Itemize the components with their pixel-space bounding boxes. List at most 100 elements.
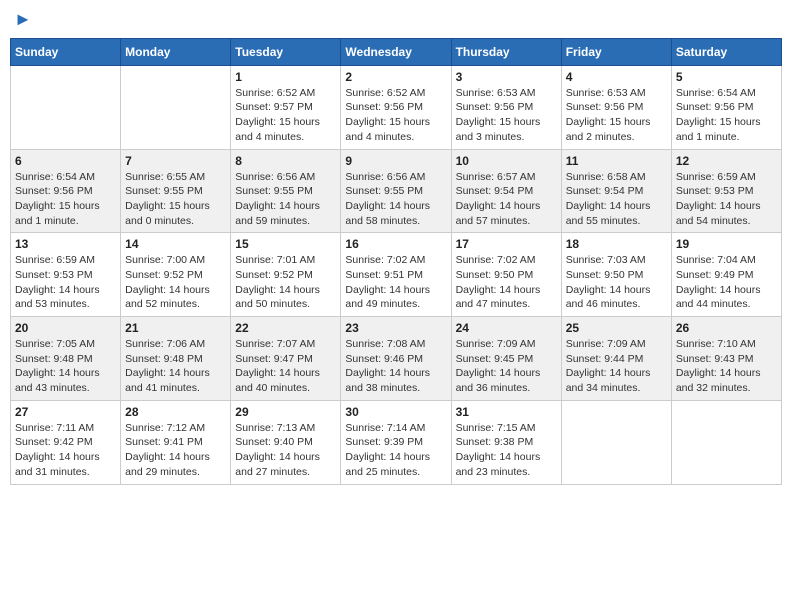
day-cell (671, 400, 781, 484)
day-info: Sunrise: 6:56 AM Sunset: 9:55 PM Dayligh… (235, 170, 336, 229)
day-info: Sunrise: 6:53 AM Sunset: 9:56 PM Dayligh… (566, 86, 667, 145)
calendar: SundayMondayTuesdayWednesdayThursdayFrid… (10, 38, 782, 485)
day-cell: 8 Sunrise: 6:56 AM Sunset: 9:55 PM Daylig… (231, 149, 341, 233)
day-number: 2 (345, 70, 446, 84)
day-cell: 2 Sunrise: 6:52 AM Sunset: 9:56 PM Daylig… (341, 65, 451, 149)
day-info: Sunrise: 6:58 AM Sunset: 9:54 PM Dayligh… (566, 170, 667, 229)
day-number: 23 (345, 321, 446, 335)
day-number: 17 (456, 237, 557, 251)
day-cell (121, 65, 231, 149)
day-info: Sunrise: 7:10 AM Sunset: 9:43 PM Dayligh… (676, 337, 777, 396)
day-cell: 7Sunrise: 6:55 AM Sunset: 9:55 PM Daylig… (121, 149, 231, 233)
logo: ► (14, 10, 32, 30)
day-info: Sunrise: 7:13 AM Sunset: 9:40 PM Dayligh… (235, 421, 336, 480)
day-info: Sunrise: 7:09 AM Sunset: 9:45 PM Dayligh… (456, 337, 557, 396)
day-info: Sunrise: 6:55 AM Sunset: 9:55 PM Dayligh… (125, 170, 226, 229)
day-cell: 25 Sunrise: 7:09 AM Sunset: 9:44 PM Dayli… (561, 317, 671, 401)
day-cell: 19Sunrise: 7:04 AM Sunset: 9:49 PM Dayli… (671, 233, 781, 317)
weekday-header-sunday: Sunday (11, 38, 121, 65)
day-number: 6 (15, 154, 116, 168)
weekday-header-thursday: Thursday (451, 38, 561, 65)
day-info: Sunrise: 7:14 AM Sunset: 9:39 PM Dayligh… (345, 421, 446, 480)
day-cell: 17 Sunrise: 7:02 AM Sunset: 9:50 PM Dayli… (451, 233, 561, 317)
week-row-3: 13Sunrise: 6:59 AM Sunset: 9:53 PM Dayli… (11, 233, 782, 317)
day-info: Sunrise: 7:00 AM Sunset: 9:52 PM Dayligh… (125, 253, 226, 312)
day-number: 30 (345, 405, 446, 419)
day-number: 18 (566, 237, 667, 251)
day-info: Sunrise: 6:53 AM Sunset: 9:56 PM Dayligh… (456, 86, 557, 145)
day-number: 27 (15, 405, 116, 419)
day-number: 25 (566, 321, 667, 335)
day-number: 22 (235, 321, 336, 335)
day-cell: 31 Sunrise: 7:15 AM Sunset: 9:38 PM Dayli… (451, 400, 561, 484)
day-cell: 13Sunrise: 6:59 AM Sunset: 9:53 PM Dayli… (11, 233, 121, 317)
day-info: Sunrise: 6:52 AM Sunset: 9:56 PM Dayligh… (345, 86, 446, 145)
day-number: 14 (125, 237, 226, 251)
day-info: Sunrise: 6:54 AM Sunset: 9:56 PM Dayligh… (676, 86, 777, 145)
day-number: 1 (235, 70, 336, 84)
day-info: Sunrise: 6:54 AM Sunset: 9:56 PM Dayligh… (15, 170, 116, 229)
day-cell: 24 Sunrise: 7:09 AM Sunset: 9:45 PM Dayli… (451, 317, 561, 401)
day-info: Sunrise: 7:05 AM Sunset: 9:48 PM Dayligh… (15, 337, 116, 396)
day-number: 12 (676, 154, 777, 168)
day-info: Sunrise: 6:52 AM Sunset: 9:57 PM Dayligh… (235, 86, 336, 145)
day-number: 9 (345, 154, 446, 168)
day-info: Sunrise: 6:57 AM Sunset: 9:54 PM Dayligh… (456, 170, 557, 229)
day-info: Sunrise: 7:07 AM Sunset: 9:47 PM Dayligh… (235, 337, 336, 396)
header: ► (10, 10, 782, 30)
day-info: Sunrise: 7:06 AM Sunset: 9:48 PM Dayligh… (125, 337, 226, 396)
day-cell: 12 Sunrise: 6:59 AM Sunset: 9:53 PM Dayli… (671, 149, 781, 233)
day-info: Sunrise: 6:59 AM Sunset: 9:53 PM Dayligh… (15, 253, 116, 312)
day-number: 11 (566, 154, 667, 168)
day-number: 10 (456, 154, 557, 168)
day-cell: 10 Sunrise: 6:57 AM Sunset: 9:54 PM Dayli… (451, 149, 561, 233)
day-cell: 15Sunrise: 7:01 AM Sunset: 9:52 PM Dayli… (231, 233, 341, 317)
day-number: 28 (125, 405, 226, 419)
day-info: Sunrise: 7:15 AM Sunset: 9:38 PM Dayligh… (456, 421, 557, 480)
weekday-header-tuesday: Tuesday (231, 38, 341, 65)
day-number: 5 (676, 70, 777, 84)
week-row-2: 6 Sunrise: 6:54 AM Sunset: 9:56 PM Daylig… (11, 149, 782, 233)
week-row-1: 1 Sunrise: 6:52 AM Sunset: 9:57 PM Daylig… (11, 65, 782, 149)
day-cell (561, 400, 671, 484)
day-cell: 29 Sunrise: 7:13 AM Sunset: 9:40 PM Dayli… (231, 400, 341, 484)
day-cell: 4 Sunrise: 6:53 AM Sunset: 9:56 PM Daylig… (561, 65, 671, 149)
day-info: Sunrise: 7:04 AM Sunset: 9:49 PM Dayligh… (676, 253, 777, 312)
day-number: 24 (456, 321, 557, 335)
day-number: 29 (235, 405, 336, 419)
day-cell: 9 Sunrise: 6:56 AM Sunset: 9:55 PM Daylig… (341, 149, 451, 233)
day-info: Sunrise: 7:09 AM Sunset: 9:44 PM Dayligh… (566, 337, 667, 396)
day-cell: 3 Sunrise: 6:53 AM Sunset: 9:56 PM Daylig… (451, 65, 561, 149)
day-cell: 21 Sunrise: 7:06 AM Sunset: 9:48 PM Dayli… (121, 317, 231, 401)
weekday-header-wednesday: Wednesday (341, 38, 451, 65)
weekday-header-monday: Monday (121, 38, 231, 65)
day-cell: 28 Sunrise: 7:12 AM Sunset: 9:41 PM Dayli… (121, 400, 231, 484)
day-cell: 5 Sunrise: 6:54 AM Sunset: 9:56 PM Daylig… (671, 65, 781, 149)
day-number: 31 (456, 405, 557, 419)
day-number: 8 (235, 154, 336, 168)
weekday-header-friday: Friday (561, 38, 671, 65)
weekday-header-row: SundayMondayTuesdayWednesdayThursdayFrid… (11, 38, 782, 65)
day-info: Sunrise: 7:12 AM Sunset: 9:41 PM Dayligh… (125, 421, 226, 480)
day-info: Sunrise: 6:56 AM Sunset: 9:55 PM Dayligh… (345, 170, 446, 229)
day-number: 3 (456, 70, 557, 84)
day-cell: 16 Sunrise: 7:02 AM Sunset: 9:51 PM Dayli… (341, 233, 451, 317)
day-info: Sunrise: 7:11 AM Sunset: 9:42 PM Dayligh… (15, 421, 116, 480)
day-info: Sunrise: 7:02 AM Sunset: 9:50 PM Dayligh… (456, 253, 557, 312)
day-cell (11, 65, 121, 149)
day-cell: 26Sunrise: 7:10 AM Sunset: 9:43 PM Dayli… (671, 317, 781, 401)
day-cell: 1 Sunrise: 6:52 AM Sunset: 9:57 PM Daylig… (231, 65, 341, 149)
day-cell: 11 Sunrise: 6:58 AM Sunset: 9:54 PM Dayli… (561, 149, 671, 233)
day-number: 21 (125, 321, 226, 335)
day-number: 16 (345, 237, 446, 251)
day-number: 20 (15, 321, 116, 335)
weekday-header-saturday: Saturday (671, 38, 781, 65)
day-cell: 18Sunrise: 7:03 AM Sunset: 9:50 PM Dayli… (561, 233, 671, 317)
day-cell: 14 Sunrise: 7:00 AM Sunset: 9:52 PM Dayli… (121, 233, 231, 317)
day-cell: 30 Sunrise: 7:14 AM Sunset: 9:39 PM Dayli… (341, 400, 451, 484)
day-number: 4 (566, 70, 667, 84)
day-cell: 27 Sunrise: 7:11 AM Sunset: 9:42 PM Dayli… (11, 400, 121, 484)
day-info: Sunrise: 7:02 AM Sunset: 9:51 PM Dayligh… (345, 253, 446, 312)
day-info: Sunrise: 7:08 AM Sunset: 9:46 PM Dayligh… (345, 337, 446, 396)
day-info: Sunrise: 6:59 AM Sunset: 9:53 PM Dayligh… (676, 170, 777, 229)
